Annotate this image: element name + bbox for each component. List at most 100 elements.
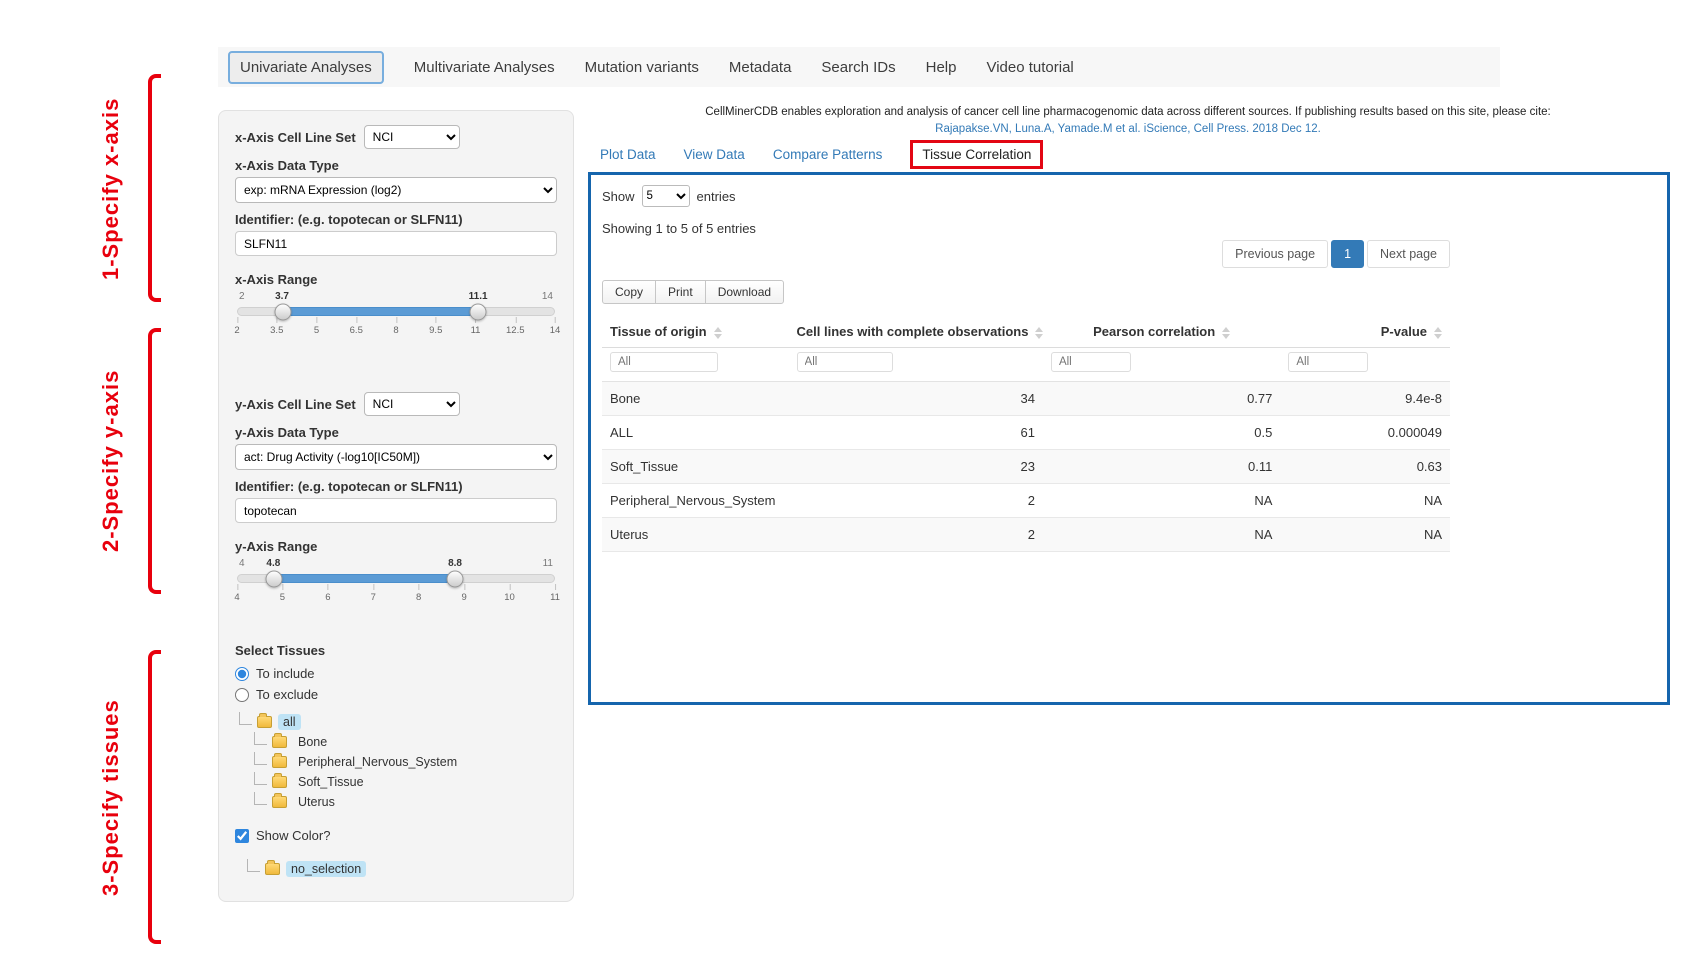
exclude-radio-row[interactable]: To exclude	[235, 687, 557, 702]
pagination: Previous page 1 Next page	[602, 240, 1450, 268]
tab-search-ids[interactable]: Search IDs	[821, 59, 895, 76]
y-identifier-input[interactable]	[235, 498, 557, 523]
table-row[interactable]: Uterus 2 NA NA	[602, 518, 1450, 552]
previous-page-button[interactable]: Previous page	[1222, 240, 1328, 268]
y-range-handle-high[interactable]	[446, 570, 463, 587]
x-data-type-label: x-Axis Data Type	[235, 158, 557, 173]
copy-button[interactable]: Copy	[602, 280, 656, 304]
sort-icon	[1434, 327, 1442, 339]
include-radio-row[interactable]: To include	[235, 666, 557, 681]
tree-node-peripheral-nervous-system[interactable]: Peripheral_Nervous_System	[293, 754, 462, 770]
table-info: Showing 1 to 5 of 5 entries	[602, 221, 1656, 236]
tree-connector	[254, 772, 267, 785]
next-page-button[interactable]: Next page	[1367, 240, 1450, 268]
x-range-fill	[283, 307, 478, 316]
annotation-step1: 1-Specify x-axis	[98, 78, 134, 300]
subtab-plot-data[interactable]: Plot Data	[600, 147, 656, 162]
table-header-row: Tissue of origin Cell lines with complet…	[602, 316, 1450, 348]
show-label: Show	[602, 189, 635, 204]
tree-row: Uterus	[254, 792, 557, 812]
x-range-max-label: 14	[542, 291, 553, 302]
y-range-handle-low[interactable]	[266, 570, 283, 587]
y-axis-range-slider[interactable]: 4 11 4.8 8.8 4 5 6 7 8 9 10 11	[237, 558, 555, 607]
sort-icon	[714, 327, 722, 339]
tab-video-tutorial[interactable]: Video tutorial	[986, 59, 1073, 76]
print-button[interactable]: Print	[655, 280, 706, 304]
tissue-correlation-table: Tissue of origin Cell lines with complet…	[602, 316, 1450, 552]
x-identifier-input[interactable]	[235, 231, 557, 256]
x-cell-line-set-select[interactable]: NCI	[364, 125, 460, 149]
show-color-row[interactable]: Show Color?	[235, 828, 557, 843]
tree-connector	[239, 712, 252, 725]
tree-connector	[254, 732, 267, 745]
x-range-label: x-Axis Range	[235, 272, 557, 287]
tree-row: Peripheral_Nervous_System	[254, 752, 557, 772]
folder-icon	[272, 756, 287, 768]
table-row[interactable]: Peripheral_Nervous_System 2 NA NA	[602, 484, 1450, 518]
page-1-button[interactable]: 1	[1331, 240, 1364, 268]
page-length-control: Show 5 entries	[602, 185, 1656, 207]
table-row[interactable]: ALL 61 0.5 0.000049	[602, 416, 1450, 450]
folder-icon	[257, 716, 272, 728]
tree-node-bone[interactable]: Bone	[293, 734, 332, 750]
tree-node-uterus[interactable]: Uterus	[293, 794, 340, 810]
column-header-pearson-correlation[interactable]: Pearson correlation	[1043, 316, 1280, 348]
tree-node-soft-tissue[interactable]: Soft_Tissue	[293, 774, 369, 790]
y-range-track[interactable]	[237, 574, 555, 583]
x-range-min-label: 2	[239, 291, 245, 302]
page-length-select[interactable]: 5	[642, 185, 690, 207]
x-identifier-label: Identifier: (e.g. topotecan or SLFN11)	[235, 212, 557, 227]
y-identifier-label: Identifier: (e.g. topotecan or SLFN11)	[235, 479, 557, 494]
table-row[interactable]: Bone 34 0.77 9.4e-8	[602, 382, 1450, 416]
y-range-ticks: 4 5 6 7 8 9 10 11	[237, 583, 555, 607]
annotation-step2: 2-Specify y-axis	[98, 330, 134, 592]
subtab-view-data[interactable]: View Data	[684, 147, 745, 162]
tab-help[interactable]: Help	[926, 59, 957, 76]
tree-children: Bone Peripheral_Nervous_System Soft_Tiss…	[254, 732, 557, 812]
citation-link[interactable]: Rajapakse.VN, Luna.A, Yamade.M et al. iS…	[586, 121, 1670, 138]
y-cell-line-set-label: y-Axis Cell Line Set	[235, 397, 356, 412]
y-data-type-select[interactable]: act: Drug Activity (-log10[IC50M])	[235, 444, 557, 470]
page: 1-Specify x-axis 2-Specify y-axis 3-Spec…	[0, 0, 1700, 956]
analysis-subtabs: Plot Data View Data Compare Patterns Tis…	[600, 147, 1043, 162]
filter-pvalue-input[interactable]	[1288, 352, 1368, 372]
table-row[interactable]: Soft_Tissue 23 0.11 0.63	[602, 450, 1450, 484]
sort-icon	[1222, 327, 1230, 339]
subtab-tissue-correlation[interactable]: Tissue Correlation	[910, 140, 1043, 169]
tab-univariate-analyses[interactable]: Univariate Analyses	[228, 51, 384, 84]
tree-row: Soft_Tissue	[254, 772, 557, 792]
download-button[interactable]: Download	[705, 280, 784, 304]
folder-icon	[272, 796, 287, 808]
column-header-cell-lines[interactable]: Cell lines with complete observations	[789, 316, 1043, 348]
sort-icon	[1035, 327, 1043, 339]
y-range-max-label: 11	[543, 558, 553, 569]
y-cell-line-set-select[interactable]: NCI	[364, 392, 460, 416]
filter-tissue-input[interactable]	[610, 352, 718, 372]
citation: CellMinerCDB enables exploration and ana…	[586, 104, 1670, 139]
to-exclude-radio[interactable]	[235, 688, 249, 702]
tab-mutation-variants[interactable]: Mutation variants	[585, 59, 699, 76]
tree-node-all[interactable]: all	[278, 714, 301, 730]
selection-tree: no_selection	[247, 859, 557, 879]
subtab-compare-patterns[interactable]: Compare Patterns	[773, 147, 883, 162]
x-axis-range-slider[interactable]: 2 14 3.7 11.1 2 3.5 5 6.5 8 9.5 11 12.5 …	[237, 291, 555, 340]
y-range-min-label: 4	[239, 558, 245, 569]
y-range-from-label: 4.8	[266, 558, 280, 569]
x-range-handle-high[interactable]	[469, 303, 486, 320]
tab-metadata[interactable]: Metadata	[729, 59, 792, 76]
column-header-p-value[interactable]: P-value	[1280, 316, 1450, 348]
folder-icon	[272, 736, 287, 748]
x-range-handle-low[interactable]	[274, 303, 291, 320]
x-range-to-label: 11.1	[469, 291, 488, 302]
x-data-type-select[interactable]: exp: mRNA Expression (log2)	[235, 177, 557, 203]
filter-cell-lines-input[interactable]	[797, 352, 893, 372]
show-color-checkbox[interactable]	[235, 829, 249, 843]
tree-node-no-selection[interactable]: no_selection	[286, 861, 366, 877]
filter-pearson-input[interactable]	[1051, 352, 1131, 372]
column-header-tissue-of-origin[interactable]: Tissue of origin	[602, 316, 789, 348]
to-include-radio[interactable]	[235, 667, 249, 681]
folder-icon	[272, 776, 287, 788]
x-cell-line-set-label: x-Axis Cell Line Set	[235, 130, 356, 145]
x-range-track[interactable]	[237, 307, 555, 316]
tab-multivariate-analyses[interactable]: Multivariate Analyses	[414, 59, 555, 76]
